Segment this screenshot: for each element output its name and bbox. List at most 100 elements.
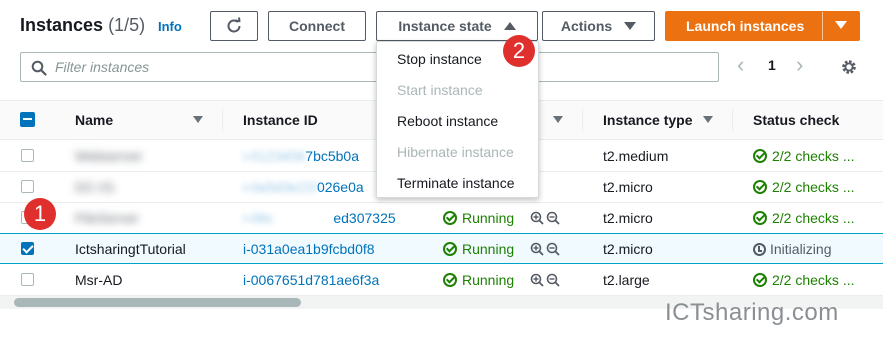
status-check: 2/2 checks ... (753, 179, 854, 195)
instance-type: t2.micro (603, 179, 653, 195)
status-text: 2/2 checks ... (772, 148, 855, 164)
state-text: Running (462, 272, 515, 288)
step-callout-2: 2 (503, 35, 535, 67)
sort-icon[interactable] (193, 116, 203, 123)
column-divider (222, 109, 223, 131)
state-text: Running (462, 241, 515, 257)
sort-icon[interactable] (553, 116, 563, 123)
instance-name: DC-01 (75, 179, 116, 195)
instance-type: t2.large (603, 272, 650, 288)
zoom-icons[interactable] (530, 211, 562, 225)
instance-id-visible: ed307325 (333, 210, 396, 226)
check-circle-icon (753, 273, 767, 287)
filter-input[interactable] (55, 58, 655, 76)
instance-type: t2.micro (603, 241, 653, 257)
split-divider (822, 12, 823, 40)
status-check: 2/2 checks ... (753, 272, 854, 288)
page-title-text: Instances (20, 15, 104, 35)
filter-box (20, 52, 719, 82)
instance-state: Running (443, 210, 514, 226)
current-page[interactable]: 1 (768, 57, 776, 73)
status-text: 2/2 checks ... (772, 179, 855, 195)
launch-instances-button[interactable]: Launch instances (665, 11, 860, 41)
column-name[interactable]: Name (75, 112, 113, 128)
previous-page-button[interactable]: ‹ (737, 52, 744, 78)
sort-icon[interactable] (703, 116, 713, 123)
zoom-icons[interactable] (530, 273, 562, 287)
row-checkbox-checked[interactable] (21, 242, 34, 255)
launch-dropdown-toggle[interactable] (835, 21, 847, 29)
check-circle-icon (443, 242, 457, 256)
check-circle-icon (753, 180, 767, 194)
connect-button[interactable]: Connect (268, 11, 366, 41)
check-circle-icon (443, 211, 457, 225)
caret-down-icon (835, 21, 847, 29)
instance-type: t2.medium (603, 148, 669, 164)
column-divider (582, 109, 583, 131)
instance-type: t2.micro (603, 210, 653, 226)
caret-down-icon (624, 22, 637, 30)
launch-instances-label: Launch instances (686, 18, 805, 34)
table-row[interactable]: FileServer i-08c ed307325 Running t2.micr… (0, 203, 883, 234)
search-icon (31, 60, 47, 76)
column-instance-type[interactable]: Instance type (603, 112, 692, 128)
refresh-icon (227, 17, 241, 33)
row-checkbox[interactable] (21, 180, 34, 193)
menu-item-stop-instance[interactable]: Stop instance (397, 51, 482, 67)
instance-state: Running (443, 272, 514, 288)
refresh-button[interactable] (210, 11, 258, 41)
instance-state: Running (443, 241, 514, 257)
instance-id-link[interactable]: i-01234567bc5b0a (243, 148, 359, 164)
status-text: 2/2 checks ... (772, 272, 855, 288)
instance-id-redacted: i-08c (243, 210, 274, 226)
instance-id-link[interactable]: i-08c ed307325 (243, 210, 396, 226)
select-all-checkbox[interactable] (20, 112, 35, 127)
instance-id-link[interactable]: i-0067651d781ae6f3a (243, 272, 379, 288)
instance-name: IctsharingtTutorial (75, 241, 186, 257)
column-instance-id[interactable]: Instance ID (243, 112, 318, 128)
next-page-button[interactable]: › (796, 52, 803, 78)
instance-id-visible: 026e0a (316, 179, 364, 195)
instance-state-label: Instance state (398, 18, 492, 34)
gear-icon[interactable] (840, 58, 858, 76)
check-circle-icon (753, 149, 767, 163)
page-title: Instances (1/5) (20, 15, 145, 36)
status-check: 2/2 checks ... (753, 210, 854, 226)
status-text: 2/2 checks ... (772, 210, 855, 226)
check-circle-icon (443, 273, 457, 287)
instance-id-link[interactable]: i-0a5d3e21f026e0a (243, 179, 364, 195)
zoom-icons[interactable] (530, 242, 562, 256)
info-link[interactable]: Info (158, 19, 182, 34)
step-callout-1: 1 (24, 198, 56, 230)
clock-icon (753, 243, 766, 256)
menu-item-start-instance: Start instance (397, 82, 483, 98)
table-row[interactable]: Msr-AD i-0067651d781ae6f3a Running t2.la… (0, 265, 883, 296)
caret-up-icon (503, 22, 516, 30)
status-check: 2/2 checks ... (753, 148, 854, 164)
actions-label: Actions (560, 18, 613, 34)
status-text: Initializing (770, 241, 832, 257)
menu-item-hibernate-instance: Hibernate instance (397, 144, 514, 160)
horizontal-scrollbar[interactable] (14, 298, 301, 307)
instance-name: Webserver (75, 148, 143, 164)
state-text: Running (462, 210, 515, 226)
watermark: ICTsharing.com (665, 299, 839, 326)
actions-button[interactable]: Actions (542, 11, 655, 41)
row-checkbox[interactable] (21, 273, 34, 286)
table-row-selected[interactable]: IctsharingtTutorial i-031a0ea1b9fcbd0f8 … (0, 233, 883, 264)
instance-name: FileServer (75, 210, 139, 226)
menu-item-reboot-instance[interactable]: Reboot instance (397, 113, 498, 129)
row-checkbox[interactable] (21, 149, 34, 162)
column-divider (732, 109, 733, 131)
instances-panel: Instances (1/5) Info Connect Instance st… (0, 0, 883, 341)
instance-id-redacted: i-0123456 (243, 148, 306, 164)
instance-name: Msr-AD (75, 272, 123, 288)
instance-id-link[interactable]: i-031a0ea1b9fcbd0f8 (243, 241, 375, 257)
column-status-check[interactable]: Status check (753, 112, 839, 128)
status-check: Initializing (753, 241, 831, 257)
instance-id-visible: 7bc5b0a (305, 148, 359, 164)
check-circle-icon (753, 211, 767, 225)
selection-count: (1/5) (108, 15, 146, 35)
instance-id-redacted: i-0a5d3e21f (243, 179, 317, 195)
menu-item-terminate-instance[interactable]: Terminate instance (397, 175, 515, 191)
